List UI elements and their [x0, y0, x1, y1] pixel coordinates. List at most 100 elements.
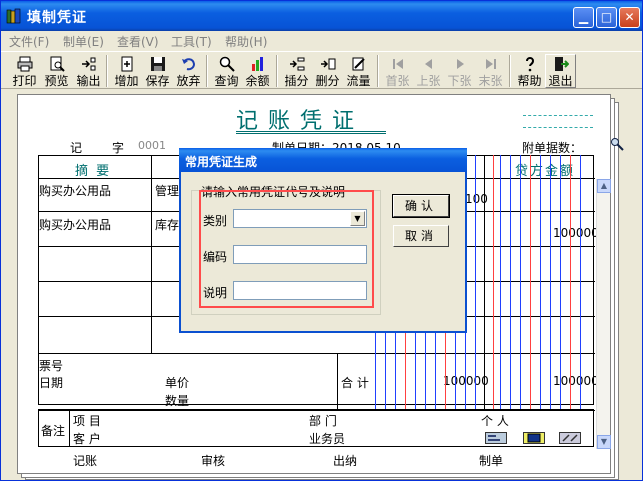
- menu-tools[interactable]: 工具(T): [171, 33, 212, 50]
- summary-header: 摘 要: [75, 164, 112, 179]
- money-column-line: [540, 155, 541, 409]
- maximize-button[interactable]: □: [596, 7, 617, 28]
- print-button[interactable]: 打印: [9, 54, 40, 88]
- entry-account[interactable]: 库存: [155, 216, 179, 233]
- minimize-button[interactable]: ▁: [573, 7, 594, 28]
- bookkeeper-label: 记账: [73, 454, 98, 468]
- first-icon: [392, 59, 403, 69]
- prev-label: 上张: [416, 74, 441, 88]
- insert-split-label: 插分: [284, 74, 309, 88]
- cancel-button[interactable]: 取消: [393, 225, 449, 247]
- menu-file[interactable]: 文件(F): [9, 33, 49, 50]
- reviewer-label: 审核: [201, 454, 226, 468]
- save-icon: [150, 57, 165, 71]
- export-button[interactable]: 输出: [73, 54, 104, 88]
- cashflow-button[interactable]: 流量: [343, 54, 374, 88]
- prev-button[interactable]: 上张: [413, 54, 444, 88]
- delete-split-button[interactable]: 删分: [312, 54, 343, 88]
- magnifier-icon[interactable]: [610, 137, 624, 151]
- last-icon: [485, 59, 496, 69]
- delete-icon: [320, 58, 335, 70]
- money-column-line: [520, 155, 521, 409]
- menu-voucher[interactable]: 制单(E): [63, 33, 104, 50]
- credit-header: 贷方金额: [515, 164, 576, 179]
- date-field-label: 日期: [39, 376, 64, 390]
- scroll-down-button[interactable]: ▼: [597, 435, 611, 449]
- quantity-label: 数量: [165, 394, 190, 408]
- highlight-box: [199, 190, 374, 308]
- toolbar-separator: [206, 55, 208, 87]
- next-icon: [456, 59, 464, 69]
- money-column-line: [560, 155, 561, 409]
- dialog-title-bar[interactable]: 常用凭证生成: [179, 148, 467, 172]
- balance-icon: [251, 57, 263, 71]
- delete-split-label: 删分: [315, 74, 340, 88]
- first-label: 首张: [385, 74, 410, 88]
- voucher-type[interactable]: 记: [70, 139, 82, 156]
- first-button[interactable]: 首张: [382, 54, 413, 88]
- cashflow-icon: [352, 57, 365, 71]
- toolbar: 打印 预览 输出 增加 保存 放弃 查询 余额 插分 删分 流量 首张 上张 下…: [1, 51, 642, 89]
- project-label: 项 目: [73, 414, 101, 428]
- card-icon[interactable]: [485, 432, 507, 444]
- toolbar-separator: [106, 55, 108, 87]
- cashier-label: 出纳: [333, 454, 358, 468]
- entry-debit[interactable]: 100: [465, 192, 488, 206]
- ok-button[interactable]: 确认: [392, 194, 450, 218]
- print-label: 打印: [12, 74, 37, 88]
- insert-split-button[interactable]: 插分: [281, 54, 312, 88]
- discard-button[interactable]: 放弃: [173, 54, 204, 88]
- save-button[interactable]: 保存: [142, 54, 173, 88]
- menu-view[interactable]: 查看(V): [117, 33, 159, 50]
- notes-area: 备注 项 目 客 户 部 门 业务员 个 人: [38, 409, 594, 447]
- title-bar[interactable]: 填制凭证 ▁ □ ✕: [1, 1, 642, 31]
- voucher-number-label: 字: [112, 141, 125, 155]
- help-label: 帮助: [517, 74, 542, 88]
- money-column-line: [550, 155, 551, 409]
- insert-icon: [289, 57, 304, 71]
- exit-label: 退出: [548, 74, 573, 88]
- next-button[interactable]: 下张: [444, 54, 475, 88]
- exit-button[interactable]: 退出: [545, 54, 576, 88]
- salesman-label: 业务员: [309, 432, 346, 446]
- next-label: 下张: [447, 74, 472, 88]
- undo-icon: [181, 58, 195, 71]
- entry-summary[interactable]: 购买办公用品: [39, 216, 111, 233]
- tools-icon[interactable]: [559, 432, 581, 444]
- export-label: 输出: [76, 74, 101, 88]
- query-button[interactable]: 查询: [211, 54, 242, 88]
- title-underline: [236, 131, 386, 134]
- help-button[interactable]: 帮助: [514, 54, 545, 88]
- menu-bar: 文件(F) 制单(E) 查看(V) 工具(T) 帮助(H): [1, 31, 642, 50]
- voucher-number: 0001: [138, 139, 166, 152]
- last-button[interactable]: 末张: [475, 54, 506, 88]
- money-column-line: [570, 155, 571, 409]
- total-label: 合 计: [341, 376, 369, 390]
- close-button[interactable]: ✕: [619, 7, 640, 28]
- attachments-label: 附单据数：: [522, 141, 583, 155]
- balance-button[interactable]: 余额: [242, 54, 273, 88]
- main-window: 填制凭证 ▁ □ ✕ 文件(F) 制单(E) 查看(V) 工具(T) 帮助(H)…: [0, 0, 643, 481]
- add-button[interactable]: 增加: [111, 54, 142, 88]
- preview-label: 预览: [44, 74, 69, 88]
- menu-help[interactable]: 帮助(H): [225, 33, 267, 50]
- money-column-line: [530, 155, 531, 409]
- preview-button[interactable]: 预览: [41, 54, 72, 88]
- col-divider: [337, 353, 338, 410]
- money-column-line: [500, 155, 501, 409]
- entry-summary[interactable]: 购买办公用品: [39, 182, 111, 199]
- scroll-up-button[interactable]: ▲: [597, 179, 611, 193]
- toolbar-separator: [377, 55, 379, 87]
- entry-account[interactable]: 管理: [155, 182, 179, 199]
- last-label: 末张: [478, 74, 503, 88]
- display-icon[interactable]: [523, 432, 545, 444]
- window-title: 填制凭证: [27, 10, 87, 26]
- balance-label: 余额: [245, 74, 270, 88]
- help-icon: [525, 57, 534, 72]
- money-column-line: [475, 155, 476, 409]
- money-column-line: [510, 155, 511, 409]
- vertical-scrollbar[interactable]: ▲ ▼: [596, 179, 611, 449]
- printer-icon: [17, 56, 32, 72]
- col-divider: [151, 156, 152, 353]
- common-voucher-dialog: 常用凭证生成 请输入常用凭证代号及说明 类别 ▼ 编码 说明 确认 取消: [179, 148, 467, 333]
